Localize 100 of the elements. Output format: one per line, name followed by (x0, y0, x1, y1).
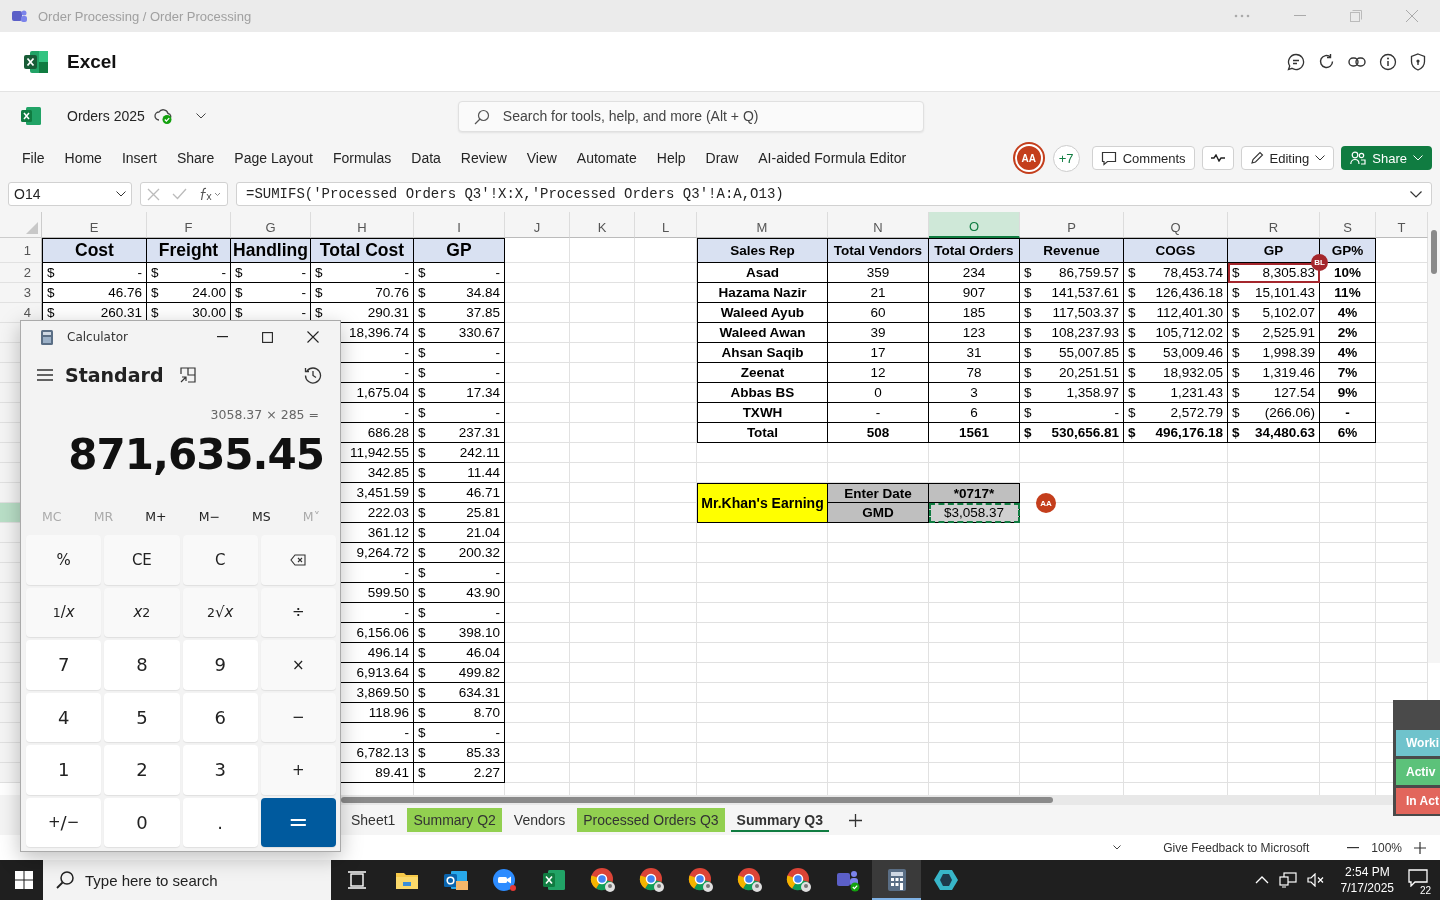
calculator-key[interactable]: 0 (104, 797, 180, 847)
start-icon[interactable] (15, 871, 33, 889)
calculator-key[interactable]: ÷ (260, 587, 336, 637)
history-icon[interactable] (304, 366, 322, 384)
task-view-icon[interactable] (347, 871, 368, 889)
share-button[interactable]: Share (1341, 146, 1432, 170)
comments-button[interactable]: Comments (1091, 146, 1195, 170)
calculator-icon[interactable] (887, 869, 906, 891)
chevron-down-icon[interactable] (1113, 845, 1122, 850)
calculator-key[interactable]: 5 (104, 692, 180, 742)
keep-on-top-icon[interactable] (179, 367, 196, 383)
menu-icon[interactable] (37, 369, 53, 381)
name-box[interactable]: O14 (8, 182, 132, 206)
menu-tab[interactable]: Home (54, 150, 112, 166)
add-sheet-icon[interactable] (849, 813, 862, 827)
shield-icon[interactable] (1410, 52, 1426, 71)
column-header[interactable]: I (414, 212, 505, 238)
calculator-key[interactable]: 8 (104, 640, 180, 690)
column-header[interactable]: J (505, 212, 570, 238)
zoom-level[interactable]: 100% (1371, 840, 1402, 855)
document-name[interactable]: Orders 2025 (67, 108, 145, 124)
row-header[interactable]: 2 (0, 263, 42, 283)
menu-tab[interactable]: Page Layout (224, 150, 323, 166)
browser-icon[interactable] (638, 867, 665, 893)
team-chat-icon[interactable] (834, 868, 861, 892)
column-header[interactable]: O (929, 212, 1020, 238)
memory-button[interactable]: M+ (145, 508, 167, 524)
function-icon[interactable] (199, 187, 221, 201)
menu-tab[interactable]: Review (450, 150, 517, 166)
folder-icon[interactable] (394, 870, 419, 890)
memory-button[interactable]: M− (198, 508, 220, 524)
column-header[interactable]: N (828, 212, 929, 238)
browser-icon[interactable] (589, 867, 616, 893)
calculator-key[interactable]: + (260, 745, 336, 795)
calculator-key[interactable]: 3 (182, 745, 258, 795)
sheet-tab[interactable]: Summary Q2 (407, 808, 502, 832)
muted-speaker-icon[interactable] (1306, 873, 1325, 887)
column-header[interactable]: F (147, 212, 231, 238)
column-header[interactable]: Q (1124, 212, 1228, 238)
memory-button[interactable]: MS (252, 508, 271, 524)
column-header[interactable]: R (1228, 212, 1320, 238)
menu-tab[interactable]: AI-aided Formula Editor (748, 150, 917, 166)
clock-date[interactable]: 7/17/2025 (1340, 880, 1394, 896)
browser-icon[interactable] (687, 867, 714, 893)
formula-field[interactable]: =SUMIFS('Processed Orders Q3'!X:X,'Processed Orders Q3'!A:A,O13) (236, 182, 1432, 206)
calculator-key[interactable]: 7 (26, 640, 102, 690)
calculator-key[interactable]: 9 (182, 640, 258, 690)
refresh-icon[interactable] (1318, 53, 1335, 70)
column-header[interactable]: S (1320, 212, 1376, 238)
minimize-icon[interactable] (217, 336, 228, 338)
browser-icon[interactable] (736, 867, 763, 893)
calculator-key[interactable]: 1 (26, 745, 102, 795)
calculator-key[interactable]: 6 (182, 692, 258, 742)
calculator-key[interactable]: C (182, 535, 258, 585)
user-avatar[interactable]: AA (1014, 144, 1043, 172)
calculator-key[interactable]: 4 (26, 692, 102, 742)
search-field[interactable]: Search for tools, help, and more (Alt + Q) (457, 100, 924, 132)
chevron-down-icon[interactable] (195, 113, 206, 119)
column-header[interactable]: H (311, 212, 414, 238)
chevron-up-icon[interactable] (1254, 876, 1269, 884)
column-header[interactable]: T (1376, 212, 1428, 238)
menu-tab[interactable]: Data (401, 150, 451, 166)
calculator-key[interactable]: 2 (104, 745, 180, 795)
menu-tab[interactable]: Insert (111, 150, 167, 166)
maximize-icon[interactable] (262, 331, 273, 343)
calculator-key[interactable]: = (260, 797, 336, 847)
editing-button[interactable]: Editing (1240, 146, 1335, 170)
backspace-button[interactable] (260, 535, 336, 585)
calculator-key[interactable]: CE (104, 535, 180, 585)
menu-tab[interactable]: Help (646, 150, 696, 166)
spreadsheet-app-icon[interactable] (541, 869, 566, 891)
zoom-out-icon[interactable] (1347, 846, 1360, 849)
network-icon[interactable] (1278, 872, 1297, 888)
row-header[interactable]: 4 (0, 303, 42, 323)
row-header[interactable]: 1 (0, 238, 42, 263)
column-header[interactable]: E (42, 212, 147, 238)
column-header[interactable]: M (697, 212, 828, 238)
close-icon[interactable] (307, 331, 319, 343)
link-icon[interactable] (1348, 55, 1366, 68)
chat-icon[interactable] (1287, 52, 1305, 71)
more-users-badge[interactable]: +7 (1052, 144, 1080, 172)
menu-tab[interactable]: Automate (566, 150, 647, 166)
column-header[interactable]: L (635, 212, 697, 238)
clock-time[interactable]: 2:54 PM (1344, 864, 1390, 880)
feedback-link[interactable]: Give Feedback to Microsoft (1163, 840, 1310, 855)
sheet-tab[interactable]: Processed Orders Q3 (577, 808, 725, 832)
sheet-tab[interactable]: Vendors (507, 808, 572, 832)
zoom-in-icon[interactable] (1414, 841, 1426, 854)
mail-icon[interactable] (442, 869, 469, 891)
menu-tab[interactable]: Draw (695, 150, 749, 166)
row-header[interactable]: 3 (0, 283, 42, 303)
activity-button[interactable] (1201, 146, 1234, 170)
column-header[interactable]: K (570, 212, 635, 238)
calculator-key[interactable]: . (182, 797, 258, 847)
menu-tab[interactable]: File (12, 150, 55, 166)
browser-icon[interactable] (785, 867, 812, 893)
calculator-key[interactable]: − (260, 692, 336, 742)
menu-tab[interactable]: View (516, 150, 567, 166)
horizontal-scrollbar[interactable] (341, 795, 1393, 805)
diamond-app-icon[interactable] (933, 869, 958, 891)
